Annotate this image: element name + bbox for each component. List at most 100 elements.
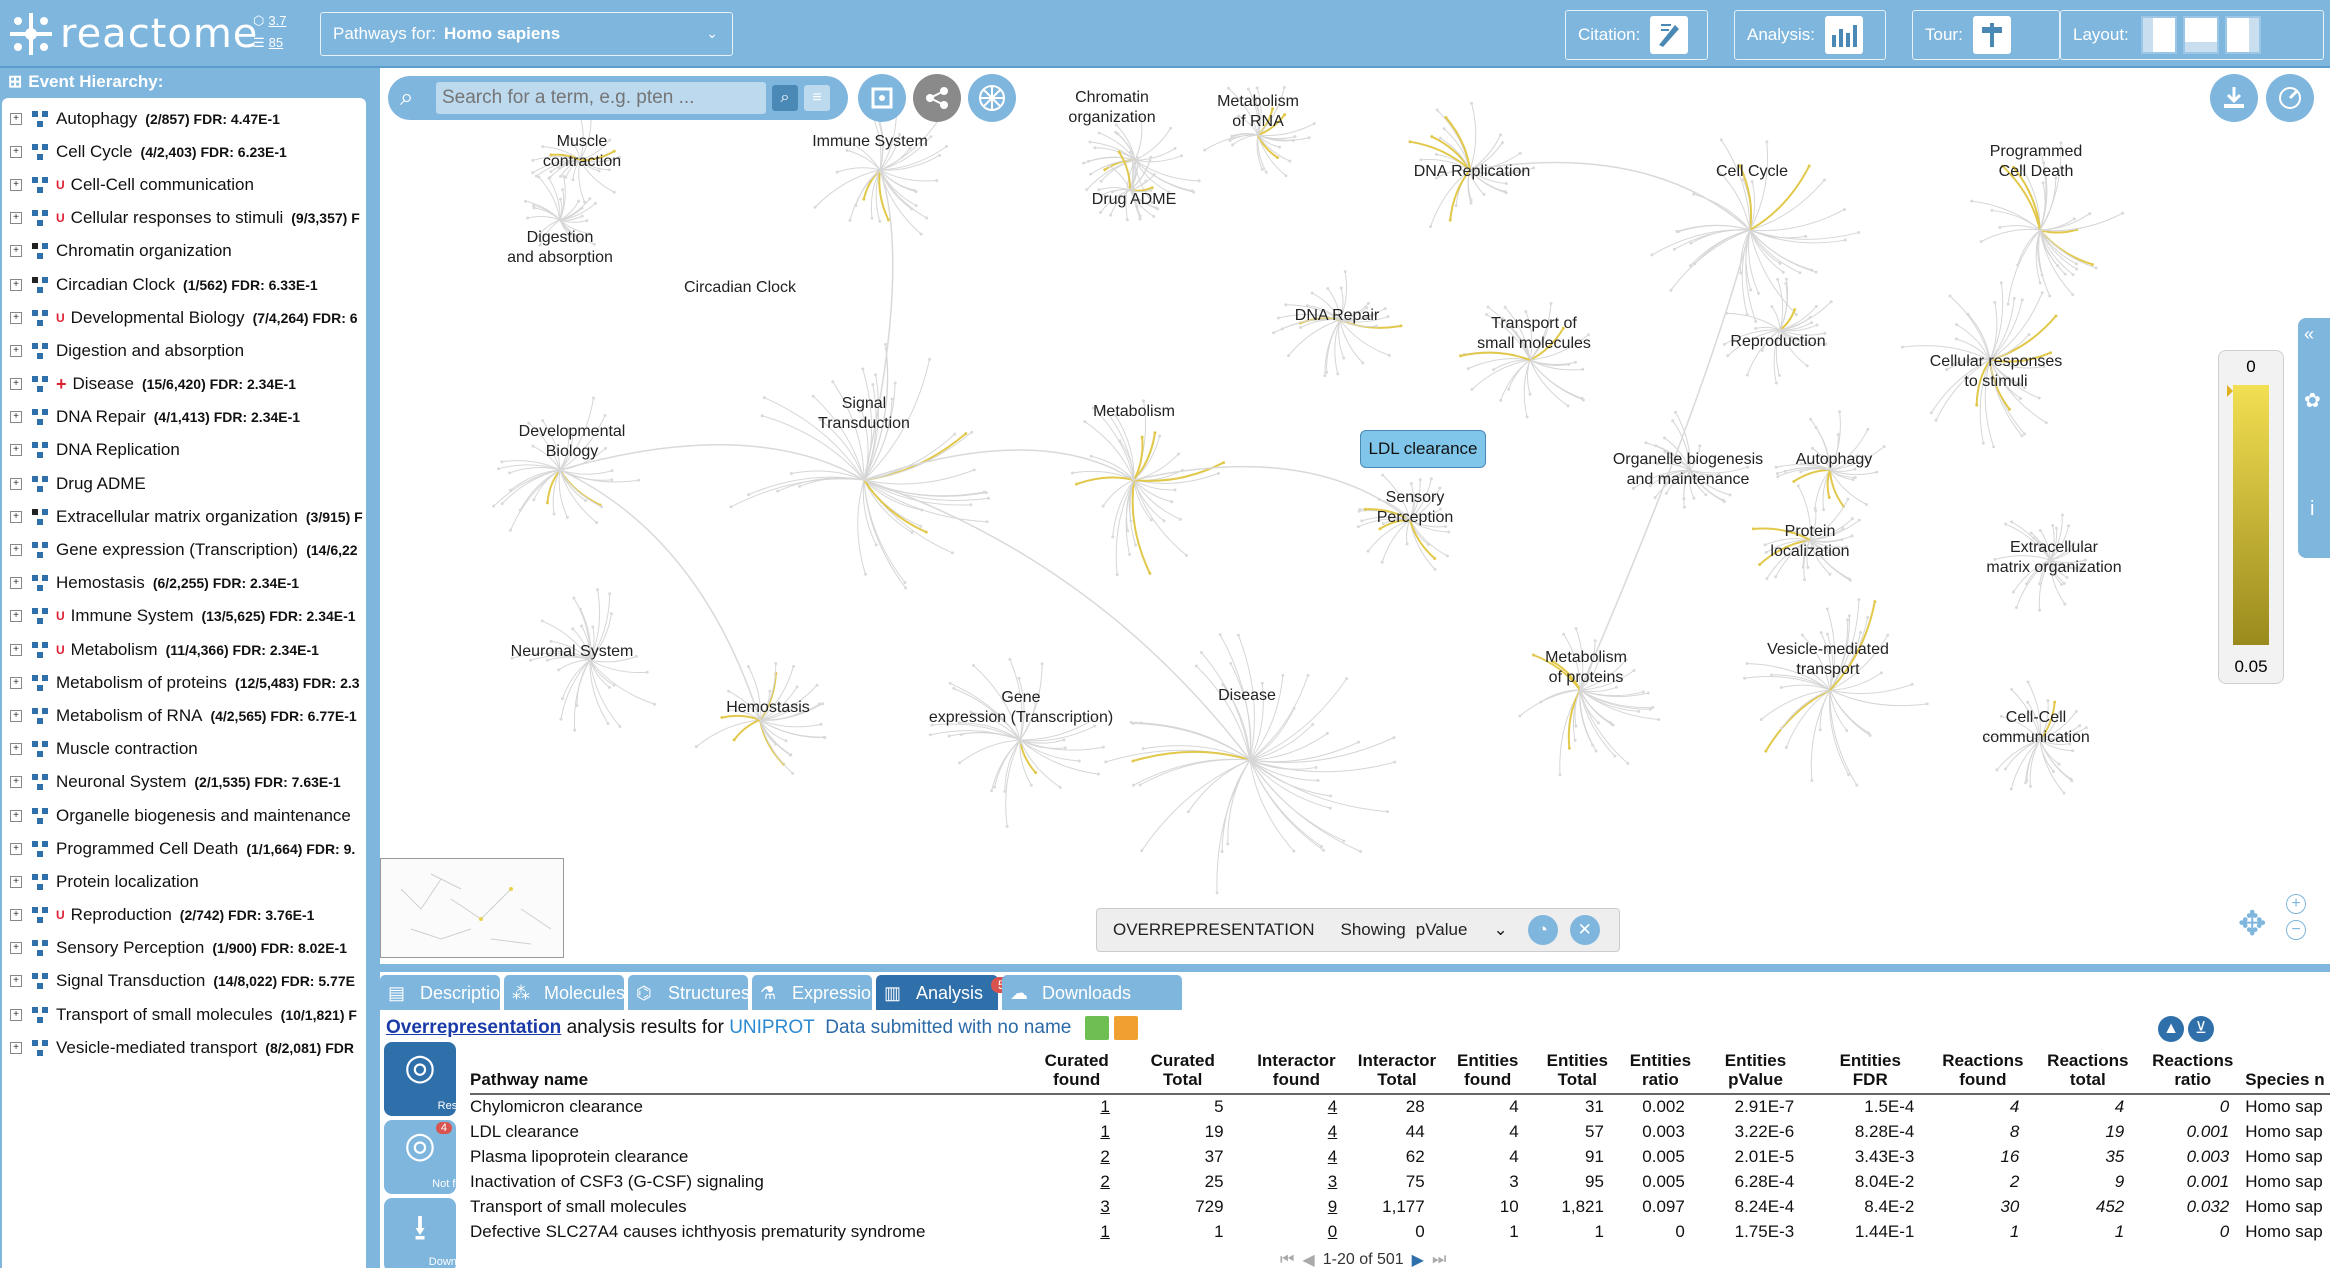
expand-icon[interactable]: + [10,709,22,722]
pathway-node[interactable] [2046,699,2050,703]
hierarchy-item[interactable]: + Organelle biogenesis and maintenance [2,799,366,832]
table-cell[interactable]: 9 [1240,1194,1354,1219]
pathway-node[interactable] [1226,86,1230,90]
table-cell[interactable]: 2 [1028,1169,1126,1194]
pathway-node[interactable] [1173,146,1177,150]
pathway-node[interactable] [1689,241,1693,245]
pathway-node[interactable] [1507,387,1511,391]
pathway-node[interactable] [1929,411,1933,415]
pathway-node[interactable] [1754,320,1758,324]
pathway-node[interactable] [1910,682,1914,686]
pathway-node[interactable] [1850,534,1854,538]
pathway-node[interactable] [610,469,614,473]
pathway-node[interactable] [588,197,592,201]
pathway-node[interactable] [1418,478,1422,482]
pathway-node[interactable] [1499,398,1503,402]
pathway-node[interactable] [1758,563,1762,567]
pathway-node[interactable] [2056,264,2060,268]
pathway-node-label[interactable]: Muscle contraction [543,132,621,172]
pathway-node[interactable] [496,467,500,471]
pathway-node[interactable] [1857,598,1861,602]
table-row[interactable]: Chylomicron clearance 1 5 4 28 4 31 0.002 2.91E-… [470,1094,2330,1119]
pathway-node[interactable] [1276,156,1280,160]
pathway-node[interactable] [1099,210,1103,214]
pathway-node[interactable] [2019,396,2023,400]
hierarchy-item[interactable]: + Muscle contraction [2,733,366,766]
pathway-node[interactable] [612,190,616,194]
pathway-node[interactable] [1169,126,1173,130]
pathway-node[interactable] [1366,549,1370,553]
pathway-node-label[interactable]: Developmental Biology [519,422,626,462]
expand-icon[interactable]: + [10,544,22,557]
pathway-node[interactable] [929,135,933,139]
pathway-node[interactable] [1882,445,1886,449]
pathway-node[interactable] [637,478,641,482]
close-analysis-icon[interactable]: ✕ [1569,915,1600,945]
pathway-node[interactable] [919,524,923,528]
expand-icon[interactable]: + [10,212,22,225]
pathway-node[interactable] [1085,188,1089,192]
pathway-node[interactable] [1386,315,1390,319]
pathway-node[interactable] [547,176,551,180]
pathway-node[interactable] [870,216,874,220]
pathway-node[interactable] [1103,168,1107,172]
tour-icon[interactable] [1972,16,2011,54]
pathway-node[interactable] [1293,135,1297,139]
pathway-node[interactable] [1217,471,1221,475]
pathway-node[interactable] [1387,353,1391,357]
hierarchy-item[interactable]: + U Reproduction (2/742) FDR: 3.76E-1 [2,899,366,932]
pathway-node[interactable] [1814,426,1818,430]
pathway-node[interactable] [1070,471,1074,475]
pathway-node[interactable] [560,697,564,701]
expand-icon[interactable]: + [10,942,22,955]
pathway-node[interactable] [1813,506,1817,510]
pathway-node[interactable] [1197,179,1201,183]
pathway-node[interactable] [1846,773,1850,777]
pathway-node[interactable] [948,681,952,685]
pathway-node[interactable] [1138,217,1142,221]
pathway-node[interactable] [2038,608,2042,612]
tab-downloads[interactable]: ☁ Downloads [1002,975,1182,1011]
pathway-node[interactable] [1288,159,1292,163]
column-header[interactable]: Reactions ratio [2140,1044,2246,1095]
pathway-node[interactable] [1562,632,1566,636]
hierarchy-item[interactable]: + Circadian Clock (1/562) FDR: 6.33E-1 [2,268,366,301]
pathway-node[interactable] [2048,294,2052,298]
pathway-node[interactable] [1815,323,1819,327]
pathway-node[interactable] [606,722,610,726]
pathway-node-label[interactable]: Signal Transduction [818,394,910,434]
pathway-node[interactable] [531,171,535,175]
column-header[interactable]: Entities ratio [1619,1044,1701,1095]
pathway-node[interactable] [1136,156,1140,160]
pathway-node[interactable] [1518,714,1522,718]
pathway-node[interactable] [1114,130,1118,134]
pathway-node[interactable] [1843,238,1847,242]
pathway-name-cell[interactable]: Chylomicron clearance [470,1094,1028,1119]
pathway-node[interactable] [565,515,569,519]
pathway-node[interactable] [1342,356,1346,360]
pathway-node[interactable] [1144,179,1148,183]
layout-bottom-icon[interactable] [2182,16,2219,54]
pathway-node[interactable] [591,625,595,629]
pathway-node[interactable] [1567,362,1571,366]
pathway-node[interactable] [1343,270,1347,274]
pathway-node[interactable] [874,373,878,377]
pathway-node[interactable] [947,734,951,738]
pathway-node[interactable] [831,380,835,384]
pathway-node[interactable] [1199,650,1203,654]
pathway-node[interactable] [596,588,600,592]
pathway-node[interactable] [1360,519,1364,523]
tab-analysis[interactable]: ▥Analysis501 [876,975,1026,1011]
column-header[interactable]: Entities found [1440,1044,1535,1095]
fit-view-button[interactable] [858,74,906,122]
pathway-node[interactable] [1162,519,1166,523]
pathway-node[interactable] [925,216,929,220]
pathway-node[interactable] [1593,639,1597,643]
tab-structures[interactable]: ⌬ Structures [628,975,750,1011]
expand-icon[interactable]: + [10,411,22,424]
pathway-node[interactable] [1134,170,1138,174]
pathway-node[interactable] [1756,291,1760,295]
pathway-node[interactable] [1848,578,1852,582]
expand-icon[interactable]: + [10,510,22,523]
pathway-node[interactable] [1089,454,1093,458]
